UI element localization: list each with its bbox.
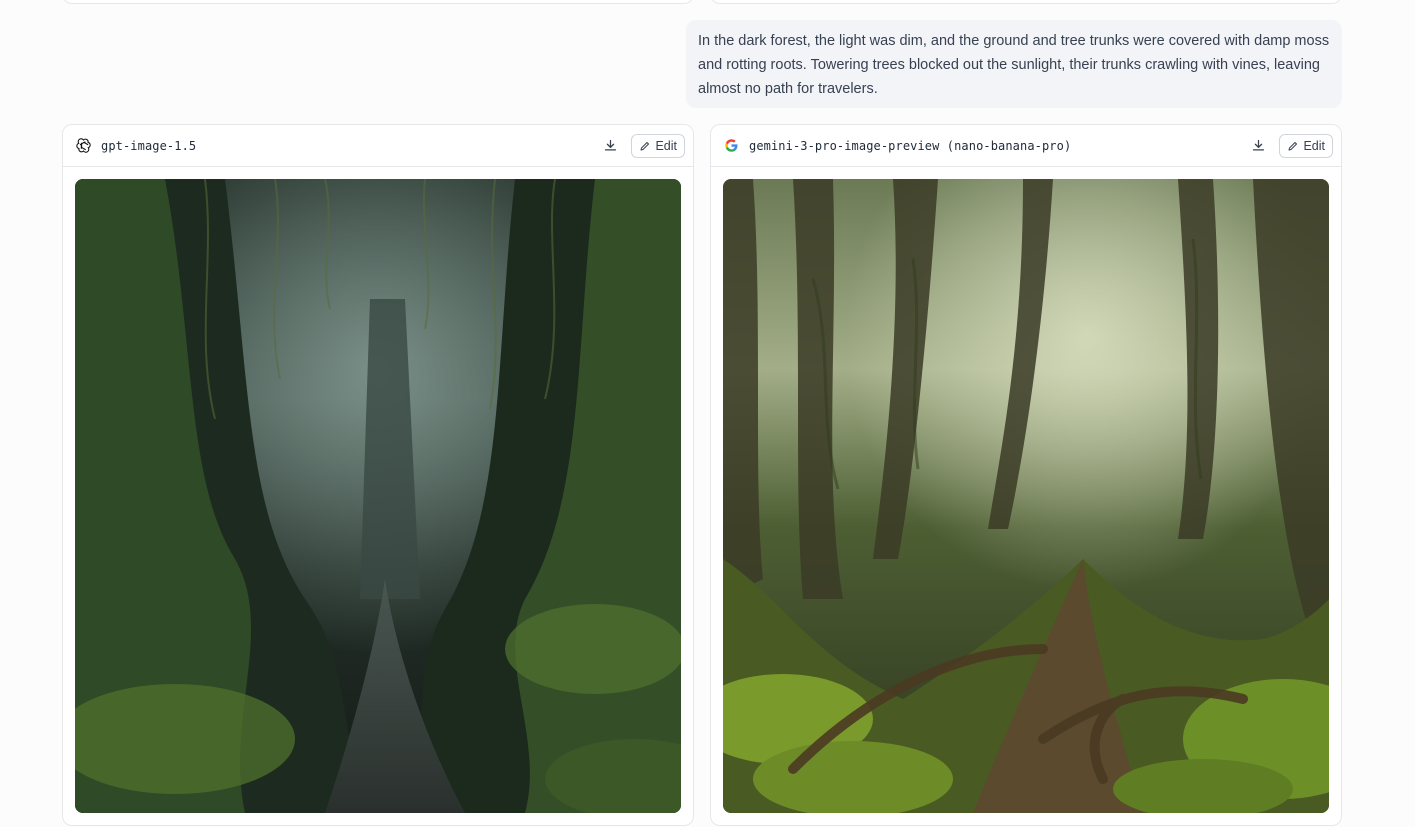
previous-card-bottom-left bbox=[62, 0, 694, 4]
download-icon bbox=[1252, 139, 1265, 151]
card-header: gpt-image-1.5 Edit bbox=[63, 125, 693, 167]
download-button[interactable] bbox=[597, 133, 623, 159]
model-result-card: gemini-3-pro-image-preview (nano-banana-… bbox=[710, 124, 1342, 826]
edit-button[interactable]: Edit bbox=[631, 133, 685, 158]
pencil-icon bbox=[1288, 141, 1298, 150]
user-prompt-bubble: In the dark forest, the light was dim, a… bbox=[686, 20, 1342, 108]
generated-image[interactable] bbox=[75, 179, 681, 813]
openai-logo-icon bbox=[75, 138, 91, 154]
model-name: gpt-image-1.5 bbox=[101, 138, 197, 153]
download-icon bbox=[604, 139, 617, 151]
generated-image[interactable] bbox=[723, 179, 1329, 813]
prompt-text: In the dark forest, the light was dim, a… bbox=[698, 33, 1330, 97]
model-name: gemini-3-pro-image-preview (nano-banana-… bbox=[749, 138, 1072, 153]
edit-label: Edit bbox=[1303, 138, 1325, 153]
model-result-card: gpt-image-1.5 Edit bbox=[62, 124, 694, 826]
edit-button[interactable]: Edit bbox=[1279, 133, 1333, 158]
previous-card-bottom-right bbox=[710, 0, 1342, 4]
pencil-icon bbox=[640, 141, 650, 150]
card-header: gemini-3-pro-image-preview (nano-banana-… bbox=[711, 125, 1341, 167]
google-logo-icon bbox=[723, 138, 739, 154]
download-button[interactable] bbox=[1245, 133, 1271, 159]
edit-label: Edit bbox=[655, 138, 677, 153]
